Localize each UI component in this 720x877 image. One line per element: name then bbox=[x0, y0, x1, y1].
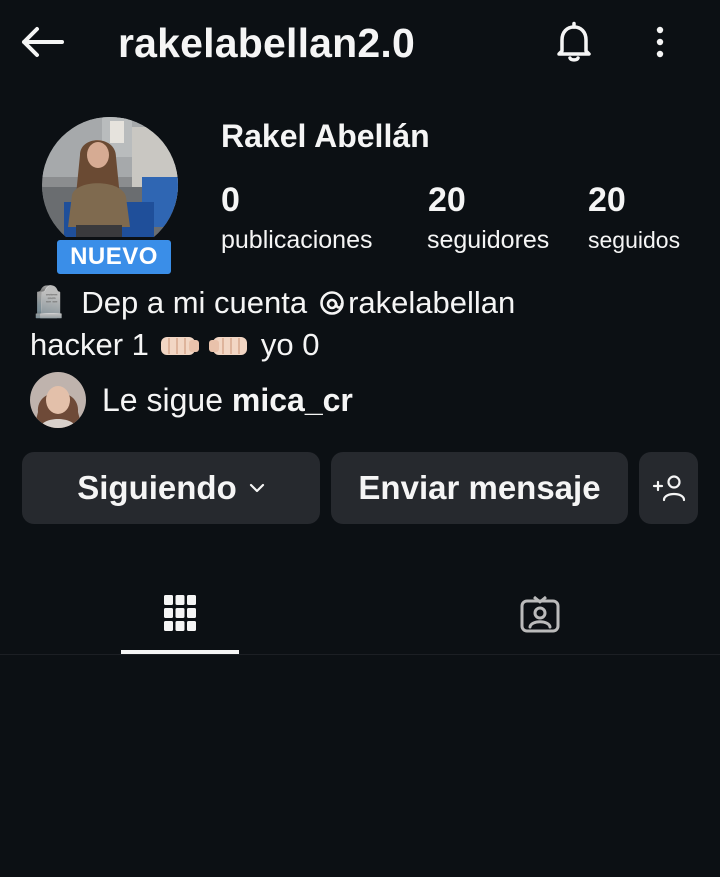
avatar-photo bbox=[42, 117, 178, 253]
bio-line-2: hacker 1 yo 0 bbox=[30, 324, 690, 366]
add-user-icon bbox=[652, 475, 685, 502]
followed-by-row[interactable]: Le sigue mica_cr bbox=[30, 372, 353, 428]
grid-icon bbox=[164, 595, 196, 631]
more-vertical-icon bbox=[656, 26, 664, 58]
posts-count: 0 bbox=[221, 181, 240, 219]
fist-bump-emoji-icon bbox=[160, 337, 199, 355]
bio-text-end: yo 0 bbox=[260, 327, 320, 362]
followed-by-prefix: Le sigue bbox=[102, 382, 223, 418]
following-label[interactable]: seguidos bbox=[588, 225, 680, 255]
threads-icon[interactable] bbox=[318, 289, 346, 317]
send-message-label: Enviar mensaje bbox=[358, 469, 601, 506]
followed-by-username[interactable]: mica_cr bbox=[232, 382, 353, 418]
bio-line-1: 🪦 Dep a mi cuenta rakelabellan bbox=[30, 282, 690, 324]
tab-tagged[interactable] bbox=[360, 572, 720, 654]
tab-posts-grid[interactable] bbox=[0, 572, 360, 654]
followers-count[interactable]: 20 bbox=[428, 180, 466, 220]
tombstone-emoji: 🪦 bbox=[30, 286, 68, 319]
profile-avatar[interactable] bbox=[42, 117, 178, 253]
following-button-label: Siguiendo bbox=[77, 469, 237, 506]
new-badge: NUEVO bbox=[54, 237, 174, 277]
profile-bio: 🪦 Dep a mi cuenta rakelabellan hacker 1 … bbox=[30, 282, 690, 366]
bell-icon bbox=[557, 21, 591, 62]
fist-bump-emoji-icon bbox=[208, 337, 247, 355]
profile-full-name: Rakel Abellán bbox=[221, 118, 430, 154]
chevron-down-icon bbox=[249, 483, 264, 493]
bio-mention-link[interactable]: rakelabellan bbox=[348, 282, 515, 324]
following-button[interactable]: Siguiendo bbox=[22, 452, 320, 524]
suggested-users-button[interactable] bbox=[639, 452, 698, 524]
followed-by-text: Le sigue mica_cr bbox=[102, 380, 353, 420]
notifications-button[interactable] bbox=[552, 20, 596, 64]
arrow-left-icon bbox=[22, 27, 64, 57]
back-button[interactable] bbox=[20, 22, 68, 62]
more-options-button[interactable] bbox=[640, 20, 680, 64]
bio-text-start: hacker 1 bbox=[30, 327, 149, 362]
follower-avatar bbox=[30, 372, 86, 428]
tagged-person-icon bbox=[520, 595, 560, 633]
tab-divider bbox=[0, 654, 720, 655]
profile-username: rakelabellan2.0 bbox=[118, 20, 416, 66]
posts-label: publicaciones bbox=[221, 226, 373, 254]
send-message-button[interactable]: Enviar mensaje bbox=[331, 452, 628, 524]
bio-text: Dep a mi cuenta bbox=[81, 285, 308, 320]
following-count[interactable]: 20 bbox=[588, 180, 626, 220]
followers-label[interactable]: seguidores bbox=[427, 225, 549, 255]
follower-photo bbox=[30, 372, 86, 428]
